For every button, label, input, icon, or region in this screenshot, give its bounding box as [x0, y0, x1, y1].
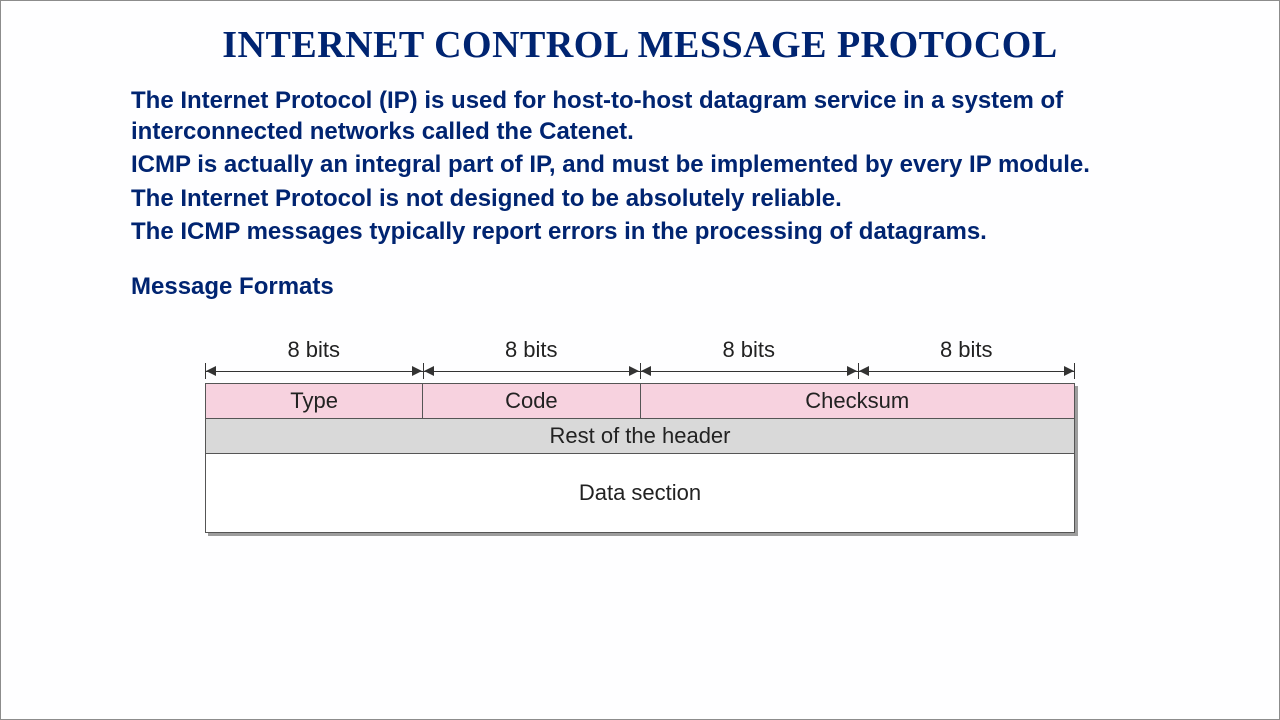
- field-type: Type: [206, 384, 423, 419]
- slide-page: INTERNET CONTROL MESSAGE PROTOCOL The In…: [0, 0, 1280, 720]
- header-format-table: Type Code Checksum Rest of the header Da…: [205, 383, 1075, 533]
- bit-width-label: 8 bits: [858, 337, 1076, 363]
- field-rest-of-header: Rest of the header: [206, 419, 1075, 454]
- arrow-right-icon: [847, 366, 857, 376]
- paragraph: The ICMP messages typically report error…: [131, 216, 1159, 247]
- body-text-block: The Internet Protocol (IP) is used for h…: [131, 85, 1159, 247]
- field-data-section: Data section: [206, 454, 1075, 533]
- field-code: Code: [423, 384, 640, 419]
- field-checksum: Checksum: [640, 384, 1075, 419]
- arrow-left-icon: [859, 366, 869, 376]
- bit-width-label: 8 bits: [423, 337, 641, 363]
- bit-width-label: 8 bits: [205, 337, 423, 363]
- ruler-tick: [1074, 363, 1075, 379]
- paragraph: ICMP is actually an integral part of IP,…: [131, 149, 1159, 180]
- arrow-left-icon: [641, 366, 651, 376]
- arrow-right-icon: [1064, 366, 1074, 376]
- bit-width-label: 8 bits: [640, 337, 858, 363]
- message-format-diagram: 8 bits 8 bits 8 bits 8 bits Type Code Ch…: [205, 337, 1075, 533]
- arrow-right-icon: [629, 366, 639, 376]
- section-heading: Message Formats: [131, 273, 1279, 301]
- table-row: Rest of the header: [206, 419, 1075, 454]
- page-title: INTERNET CONTROL MESSAGE PROTOCOL: [1, 23, 1279, 67]
- table-row: Data section: [206, 454, 1075, 533]
- paragraph: The Internet Protocol is not designed to…: [131, 183, 1159, 214]
- paragraph: The Internet Protocol (IP) is used for h…: [131, 85, 1159, 147]
- table-row: Type Code Checksum: [206, 384, 1075, 419]
- bit-width-ruler: 8 bits 8 bits 8 bits 8 bits: [205, 337, 1075, 383]
- arrow-left-icon: [206, 366, 216, 376]
- arrow-left-icon: [424, 366, 434, 376]
- arrow-right-icon: [412, 366, 422, 376]
